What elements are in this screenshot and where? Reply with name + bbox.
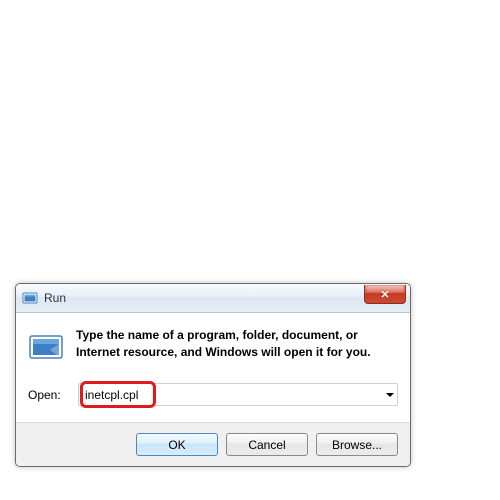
dialog-body: Type the name of a program, folder, docu…: [16, 313, 410, 422]
ok-button[interactable]: OK: [136, 433, 218, 456]
run-large-icon: [28, 329, 64, 365]
info-row: Type the name of a program, folder, docu…: [28, 327, 398, 365]
cancel-button[interactable]: Cancel: [226, 433, 308, 456]
info-text: Type the name of a program, folder, docu…: [76, 327, 398, 362]
open-label: Open:: [28, 388, 70, 402]
button-bar: OK Cancel Browse...: [16, 422, 410, 466]
browse-button[interactable]: Browse...: [316, 433, 398, 456]
dialog-title: Run: [44, 291, 66, 305]
open-combo-wrap: [78, 383, 398, 406]
run-icon: [22, 290, 38, 306]
run-dialog: Run ✕ Type the name of a program, folder…: [15, 283, 411, 467]
close-icon: ✕: [380, 288, 389, 301]
open-row: Open:: [28, 383, 398, 406]
open-input[interactable]: [78, 383, 398, 406]
titlebar[interactable]: Run ✕: [16, 284, 410, 313]
close-button[interactable]: ✕: [364, 285, 406, 304]
